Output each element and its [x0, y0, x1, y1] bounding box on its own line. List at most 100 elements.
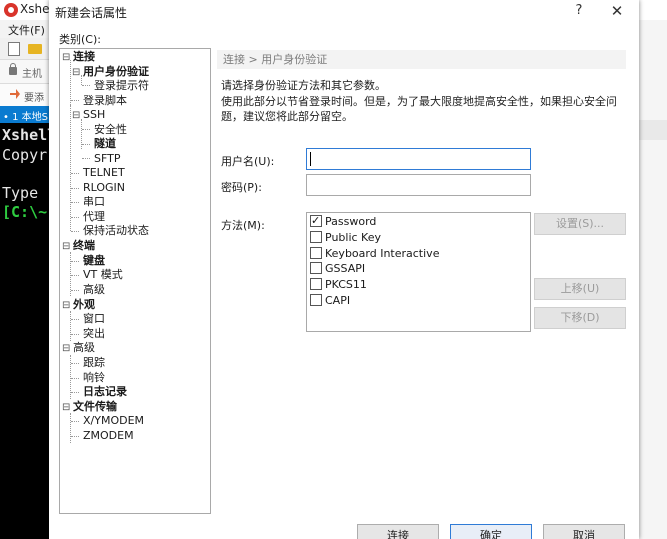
tree-connector: [82, 144, 90, 145]
collapse-icon[interactable]: ⊟: [62, 51, 73, 65]
tree-connector: [71, 100, 79, 101]
checkbox-icon[interactable]: [310, 278, 322, 290]
collapse-icon[interactable]: ⊟: [72, 66, 83, 80]
tree-item-label: 高级: [83, 283, 105, 296]
tree-connector: [71, 188, 79, 189]
tree-connector: [71, 334, 79, 335]
method-gssapi[interactable]: GSSAPI: [310, 261, 365, 277]
collapse-icon[interactable]: ⊟: [72, 109, 83, 123]
tree-item-label: 响铃: [83, 371, 105, 384]
tree-item-label: SSH: [83, 108, 106, 121]
move-up-button[interactable]: 上移(U): [534, 278, 626, 300]
tree-item-keep-alive[interactable]: 保持活动状态: [83, 224, 149, 238]
tree-item-bell[interactable]: 响铃: [83, 371, 105, 385]
tree-item-xymodem[interactable]: X/YMODEM: [83, 414, 144, 428]
tree-item-label: 窗口: [83, 312, 105, 325]
method-password[interactable]: Password: [310, 214, 376, 230]
checkbox-checked-icon[interactable]: [310, 214, 322, 228]
lock-icon: [9, 63, 17, 75]
checkbox-icon[interactable]: [310, 262, 322, 274]
tree-item-label: 串口: [83, 195, 105, 208]
tree-item-trace[interactable]: 跟踪: [83, 356, 105, 370]
close-icon[interactable]: ✕: [605, 1, 629, 21]
tree-connector: [71, 217, 79, 218]
method-label-text: Keyboard Interactive: [325, 247, 440, 260]
tree-connector: [71, 421, 79, 422]
method-pkcs11[interactable]: PKCS11: [310, 277, 367, 293]
tree-item-label: 用户身份验证: [83, 65, 149, 78]
tree-connector: [71, 275, 79, 276]
tree-item-label: TELNET: [83, 166, 125, 179]
password-label: 密码(P):: [221, 181, 262, 194]
tree-connector: [70, 311, 71, 341]
tree-item-tunnel[interactable]: 隧道: [94, 137, 116, 151]
collapse-icon[interactable]: ⊟: [62, 401, 73, 415]
tree-item-vt-mode[interactable]: VT 模式: [83, 268, 123, 282]
method-label-text: Public Key: [325, 231, 381, 244]
tree-item-label: 突出: [83, 327, 105, 340]
ok-button[interactable]: 确定: [450, 524, 532, 539]
tree-connector: [70, 105, 71, 231]
tree-item-rlogin[interactable]: RLOGIN: [83, 181, 125, 195]
tree-connector: [71, 436, 79, 437]
method-keyboard-interactive[interactable]: Keyboard Interactive: [310, 246, 439, 262]
tree-connector: [71, 319, 79, 320]
tree-item-telnet[interactable]: TELNET: [83, 166, 125, 180]
tree-item-label: 终端: [73, 239, 95, 252]
open-folder-icon[interactable]: [28, 44, 42, 54]
collapse-icon[interactable]: ⊟: [62, 342, 73, 356]
move-down-button[interactable]: 下移(D): [534, 307, 626, 329]
tree-connector: [71, 392, 79, 393]
cancel-button[interactable]: 取消: [543, 524, 625, 539]
menu-file[interactable]: 文件(F): [8, 22, 45, 38]
tree-item-login-prompt[interactable]: 登录提示符: [94, 79, 149, 93]
method-public-key[interactable]: Public Key: [310, 230, 381, 246]
tree-item-appearance[interactable]: ⊟ 外观: [62, 298, 95, 312]
collapse-icon[interactable]: ⊟: [62, 240, 73, 254]
session-tab[interactable]: • 1 本地S: [3, 108, 48, 123]
method-label: 方法(M):: [221, 219, 265, 232]
checkbox-icon[interactable]: [310, 231, 322, 243]
terminal-line: Copyr: [2, 146, 48, 164]
terminal-line: Type: [2, 184, 39, 202]
tree-item-ssh[interactable]: ⊟ SSH: [72, 108, 105, 122]
tree-item-advanced[interactable]: ⊟ 高级: [62, 341, 95, 355]
tree-item-login-script[interactable]: 登录脚本: [83, 94, 127, 108]
category-label: 类别(C):: [59, 33, 101, 46]
tree-item-window[interactable]: 窗口: [83, 312, 105, 326]
tree-item-terminal-advanced[interactable]: 高级: [83, 283, 105, 297]
tree-item-serial[interactable]: 串口: [83, 195, 105, 209]
tree-item-sftp[interactable]: SFTP: [94, 152, 120, 166]
tree-item-keyboard[interactable]: 键盘: [83, 254, 105, 268]
tree-item-security[interactable]: 安全性: [94, 123, 127, 137]
checkbox-icon[interactable]: [310, 294, 322, 306]
method-capi[interactable]: CAPI: [310, 293, 350, 309]
help-button[interactable]: ?: [567, 1, 591, 21]
tree-connector: [71, 378, 79, 379]
tree-item-highlight[interactable]: 突出: [83, 327, 105, 341]
tree-item-connection[interactable]: ⊟ 连接: [62, 50, 95, 64]
username-field[interactable]: [306, 148, 531, 170]
password-field[interactable]: [306, 174, 531, 196]
tree-item-terminal[interactable]: ⊟ 终端: [62, 239, 95, 253]
tree-item-label: RLOGIN: [83, 181, 126, 194]
tree-item-file-transfer[interactable]: ⊟ 文件传输: [62, 400, 117, 414]
tree-item-zmodem[interactable]: ZMODEM: [83, 429, 134, 443]
settings-button[interactable]: 设置(S)...: [534, 213, 626, 235]
app-right-strip: [639, 120, 667, 140]
method-list[interactable]: Password Public Key Keyboard Interactive…: [306, 212, 531, 332]
checkbox-icon[interactable]: [310, 247, 322, 259]
tree-item-label: VT 模式: [83, 268, 123, 281]
tree-item-proxy[interactable]: 代理: [83, 210, 105, 224]
tree-connector: [82, 129, 90, 130]
tree-item-label: 跟踪: [83, 356, 105, 369]
new-session-icon[interactable]: [8, 42, 20, 56]
connect-button[interactable]: 连接: [357, 524, 439, 539]
tree-connector: [71, 363, 79, 364]
tree-item-label: 登录提示符: [94, 79, 149, 92]
method-label-text: CAPI: [325, 294, 351, 307]
tree-item-user-auth[interactable]: ⊟ 用户身份验证: [72, 65, 149, 79]
category-tree[interactable]: ⊟ 连接 ⊟ 用户身份验证 登录提示符 登录脚本 ⊟ SSH 安全性 隧道 SFTP …: [59, 48, 211, 514]
collapse-icon[interactable]: ⊟: [62, 299, 73, 313]
tree-item-logging[interactable]: 日志记录: [83, 385, 127, 399]
